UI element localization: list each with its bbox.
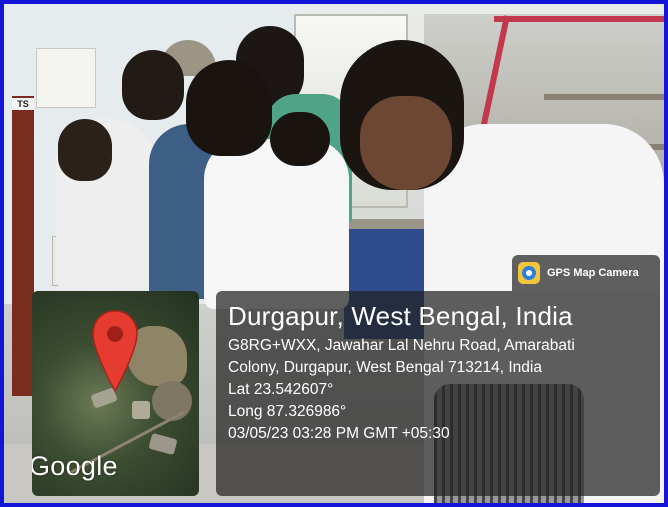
red-door xyxy=(12,96,34,396)
student-left-head xyxy=(58,119,112,181)
student-mid-head xyxy=(122,50,184,120)
map-building xyxy=(132,401,150,419)
map-pin-icon xyxy=(92,310,138,393)
gps-map-camera-icon xyxy=(518,262,540,284)
location-info-panel: Durgapur, West Bengal, India G8RG+WXX, J… xyxy=(216,291,660,496)
latitude: Lat 23.542607° xyxy=(228,381,334,398)
red-metal-frame xyxy=(494,16,664,22)
gps-badge-label: GPS Map Camera xyxy=(547,267,639,279)
student-right-face xyxy=(360,96,452,190)
gps-map-camera-badge: GPS Map Camera xyxy=(512,255,660,291)
google-logo: Google xyxy=(32,451,118,481)
door-sign: TS xyxy=(12,98,34,110)
photo-frame: TS GPS Map Camera Google Durgapur, West … xyxy=(0,0,668,507)
student-girl-ponytail xyxy=(270,112,330,166)
map-clearing xyxy=(152,381,192,421)
longitude: Long 87.326986° xyxy=(228,403,347,420)
shelf xyxy=(544,94,664,100)
timestamp: 03/05/23 03:28 PM GMT +05:30 xyxy=(228,425,450,442)
electrical-switchboard xyxy=(36,48,96,108)
map-building xyxy=(148,432,178,456)
student-girl-head xyxy=(186,60,272,156)
student-girl-coat xyxy=(204,139,349,309)
address-line-2: Colony, Durgapur, West Bengal 713214, In… xyxy=(228,359,542,376)
location-title: Durgapur, West Bengal, India xyxy=(228,301,573,331)
address-line-1: G8RG+WXX, Jawahar Lal Nehru Road, Amarab… xyxy=(228,337,575,354)
map-thumbnail: Google xyxy=(32,291,199,496)
